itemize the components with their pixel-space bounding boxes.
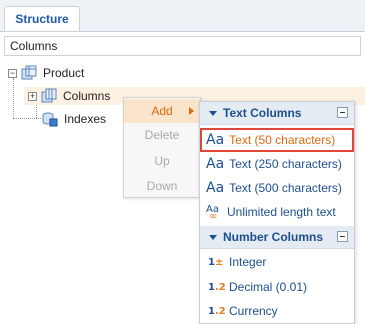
collapse-icon[interactable]: −	[8, 68, 17, 78]
integer-icon: 1±	[208, 256, 224, 268]
context-menu: Add Delete Up Down	[123, 97, 201, 198]
menu-item-text-250[interactable]: Aa Text (250 characters)	[200, 152, 354, 176]
menu-item-label: Unlimited length text	[227, 205, 336, 219]
menu-item-delete[interactable]: Delete	[124, 123, 200, 147]
menu-item-add[interactable]: Add	[124, 99, 200, 123]
menu-item-label: Text (500 characters)	[229, 181, 342, 195]
menu-item-integer[interactable]: 1± Integer	[200, 250, 354, 274]
group-header-text-columns[interactable]: Text Columns	[200, 102, 354, 125]
tree-node-label: Columns	[63, 89, 111, 103]
tree-connector	[13, 118, 41, 119]
tree-node-label: Indexes	[64, 112, 107, 126]
text-type-icon: Aa	[206, 132, 225, 148]
tree-node-product[interactable]: − Product	[8, 64, 84, 82]
menu-item-label: Currency	[229, 304, 278, 318]
section-header: Columns	[4, 36, 361, 56]
submenu-arrow-icon	[189, 107, 194, 115]
menu-item-text-50[interactable]: Aa Text (50 characters)	[200, 128, 354, 152]
menu-item-down[interactable]: Down	[124, 174, 200, 198]
menu-item-label: Add	[151, 104, 173, 118]
menu-item-label: Integer	[229, 255, 267, 269]
section-header-label: Columns	[10, 39, 58, 53]
index-icon	[42, 112, 58, 127]
add-column-submenu: Text Columns Aa Text (50 characters) Aa …	[199, 101, 355, 324]
expand-icon[interactable]: +	[28, 91, 37, 101]
collapse-group-button[interactable]	[337, 107, 348, 118]
menu-item-decimal[interactable]: 1.2 Decimal (0.01)	[200, 275, 354, 299]
text-type-icon: Aa	[206, 156, 225, 172]
tree-connector	[13, 78, 14, 118]
menu-item-label: Decimal (0.01)	[229, 280, 308, 294]
columns-icon	[41, 88, 57, 103]
menu-item-label: Text (250 characters)	[229, 157, 342, 171]
tree-node-label: Product	[43, 66, 85, 80]
collapse-group-button[interactable]	[337, 231, 348, 242]
group-header-number-columns[interactable]: Number Columns	[200, 226, 354, 249]
group-title: Number Columns	[223, 230, 324, 244]
menu-item-label: Delete	[144, 128, 180, 142]
menu-item-label: Text (50 characters)	[229, 133, 336, 147]
table-icon	[21, 65, 37, 80]
tree-node-indexes[interactable]: Indexes	[42, 110, 106, 128]
menu-item-label: Up	[154, 154, 170, 168]
chevron-down-icon	[209, 110, 217, 116]
menu-item-up[interactable]: Up	[124, 149, 200, 173]
group-title: Text Columns	[223, 106, 302, 120]
decimal-icon: 1.2	[208, 281, 226, 293]
menu-item-label: Down	[146, 179, 178, 193]
menu-item-currency[interactable]: 1.2 Currency	[200, 299, 354, 323]
tab-bar: Structure	[0, 0, 365, 32]
text-type-icon: Aa	[206, 180, 225, 196]
tree-node-columns[interactable]: + Columns	[28, 87, 110, 105]
menu-item-unlimited-text[interactable]: Aa ∞ Unlimited length text	[200, 200, 354, 224]
unlimited-text-icon: Aa ∞	[206, 204, 219, 222]
menu-item-text-500[interactable]: Aa Text (500 characters)	[200, 176, 354, 200]
tab-structure[interactable]: Structure	[4, 6, 80, 31]
currency-icon: 1.2	[208, 305, 226, 317]
chevron-down-icon	[209, 234, 217, 240]
